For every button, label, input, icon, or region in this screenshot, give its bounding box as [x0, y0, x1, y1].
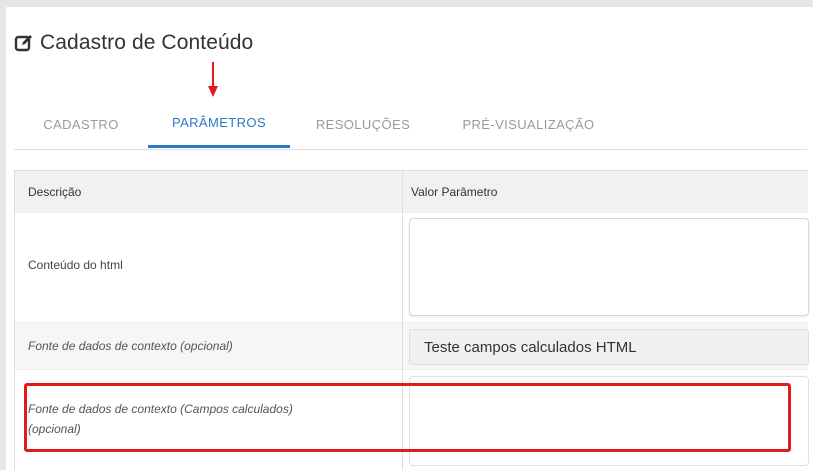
row-description: Conteúdo do html [28, 258, 123, 272]
annotation-arrow-icon [208, 62, 218, 97]
parameters-table: Descrição Valor Parâmetro Conteúdo do ht… [14, 170, 809, 470]
html-content-textarea[interactable] [409, 218, 809, 316]
page-header: Cadastro de Conteúdo [14, 28, 253, 58]
row-description: Fonte de dados de contexto (opcional) [28, 339, 233, 353]
edit-icon [14, 33, 34, 53]
context-datasource-select[interactable]: Teste campos calculados HTML [409, 329, 809, 365]
row-description: Fonte de dados de contexto (Campos calcu… [28, 402, 293, 436]
header-value: Valor Parâmetro [411, 185, 498, 199]
table-row: Fonte de dados de contexto (Campos calcu… [15, 370, 809, 470]
tab-cadastro[interactable]: CADASTRO [32, 100, 130, 148]
column-divider [402, 170, 403, 470]
header-description: Descrição [28, 185, 82, 199]
table-row: Fonte de dados de contexto (opcional) Te… [15, 322, 809, 370]
page-title: Cadastro de Conteúdo [40, 31, 254, 54]
tab-parametros[interactable]: PARÂMETROS [148, 100, 290, 148]
tab-pre-visualizacao[interactable]: PRÉ-VISUALIZAÇÃO [446, 100, 611, 148]
table-row: Conteúdo do html [15, 213, 809, 322]
table-header: Descrição Valor Parâmetro [15, 170, 808, 214]
tab-bar: CADASTRO PARÂMETROS RESOLUÇÕES PRÉ-VISUA… [14, 100, 807, 150]
calculated-fields-datasource-field[interactable] [409, 376, 809, 466]
tab-resolucoes[interactable]: RESOLUÇÕES [307, 100, 419, 148]
